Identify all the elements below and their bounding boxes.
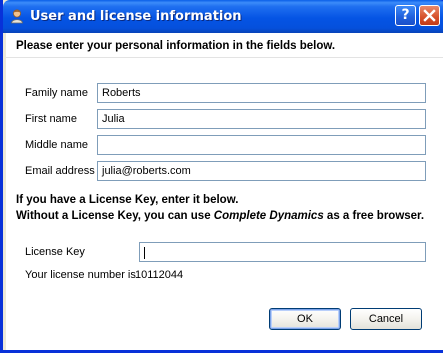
- license-info-line1: If you have a License Key, enter it belo…: [16, 194, 239, 206]
- header-divider: [6, 57, 443, 58]
- middle-name-label: Middle name: [25, 139, 88, 151]
- email-address-label: Email address: [25, 165, 95, 177]
- close-icon: [423, 9, 436, 22]
- dialog-body: Please enter your personal information i…: [6, 33, 443, 350]
- license-number-label: Your license number is: [25, 269, 136, 281]
- family-name-label: Family name: [25, 87, 88, 99]
- form-heading: Please enter your personal information i…: [16, 40, 336, 52]
- middle-name-field[interactable]: [97, 135, 426, 155]
- user-icon: [11, 9, 23, 24]
- email-address-field[interactable]: julia@roberts.com: [97, 161, 426, 181]
- first-name-label: First name: [25, 113, 77, 125]
- title-bar[interactable]: User and license information ?: [3, 0, 443, 33]
- text-caret: [144, 247, 145, 259]
- license-info-line2: Without a License Key, you can use Compl…: [16, 210, 424, 222]
- license-info-prefix: Without a License Key, you can use: [16, 210, 214, 222]
- first-name-field[interactable]: Julia: [97, 109, 426, 129]
- close-button[interactable]: [419, 5, 440, 26]
- ok-button[interactable]: OK: [269, 308, 341, 330]
- license-number-value: 10112044: [135, 269, 184, 281]
- license-key-label: License Key: [25, 246, 85, 258]
- license-info-suffix: as a free browser.: [323, 210, 425, 222]
- help-button[interactable]: ?: [395, 5, 416, 26]
- product-name: Complete Dynamics: [213, 210, 324, 222]
- license-key-field[interactable]: [139, 242, 426, 262]
- window-title: User and license information: [30, 9, 242, 24]
- dialog-window: User and license information ? Please en…: [0, 0, 443, 353]
- family-name-field[interactable]: Roberts: [97, 83, 426, 103]
- cancel-button[interactable]: Cancel: [350, 308, 422, 330]
